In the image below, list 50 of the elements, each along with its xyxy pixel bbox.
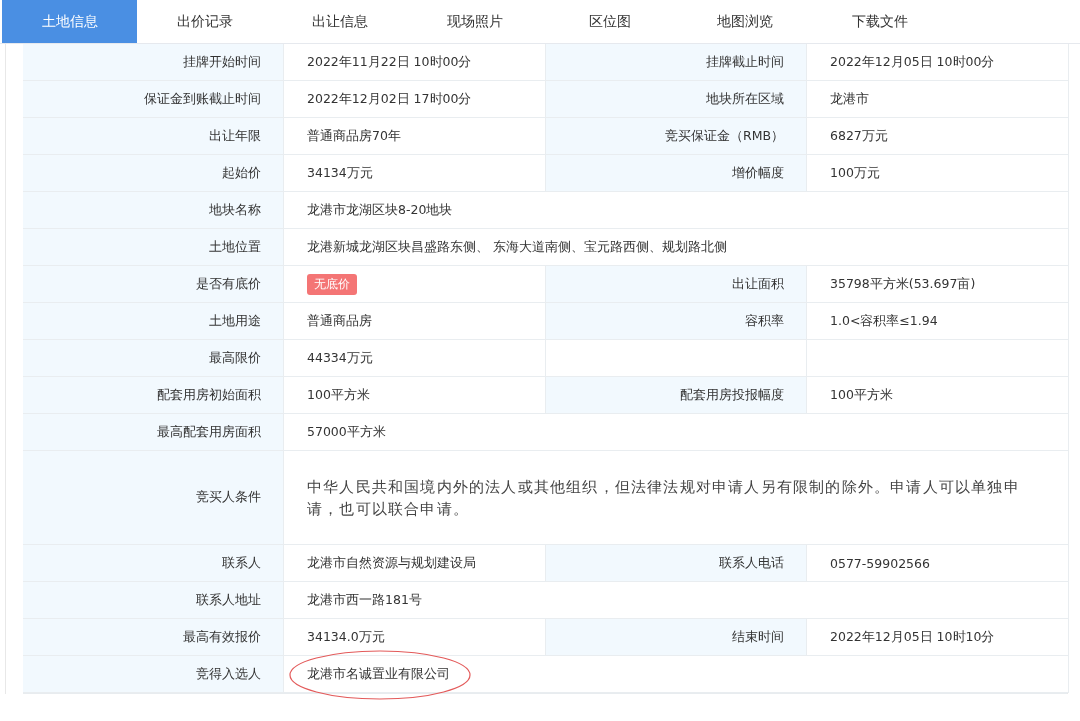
- field-value: 1.0<容积率≤1.94: [830, 312, 938, 330]
- field-value: 57000平方米: [307, 423, 386, 441]
- field-label: 联系人电话: [546, 545, 807, 582]
- field-value: 2022年12月02日 17时00分: [307, 90, 472, 108]
- field-label: 竞得入选人: [23, 656, 284, 693]
- field-label: 地块所在区域: [546, 81, 807, 118]
- field-label: 结束时间: [546, 619, 807, 656]
- field-value: 100万元: [830, 164, 880, 182]
- field-value: 100平方米: [830, 386, 893, 404]
- field-value: 6827万元: [830, 127, 888, 145]
- field-label: 竞买人条件: [23, 451, 284, 545]
- field-label: 配套用房初始面积: [23, 377, 284, 414]
- field-label: 最高配套用房面积: [23, 414, 284, 451]
- field-label: 最高有效报价: [23, 619, 284, 656]
- field-label: 起始价: [23, 155, 284, 192]
- field-value: 0577-59902566: [830, 555, 930, 571]
- field-value: 2022年12月05日 10时10分: [830, 628, 995, 646]
- field-value: 普通商品房70年: [307, 127, 401, 145]
- field-label: 挂牌截止时间: [546, 44, 807, 81]
- field-label: 出让年限: [23, 118, 284, 155]
- field-value: 龙港市西一路181号: [307, 591, 422, 609]
- field-label: 增价幅度: [546, 155, 807, 192]
- field-label: 地块名称: [23, 192, 284, 229]
- field-value: 44334万元: [307, 349, 373, 367]
- field-value: 100平方米: [307, 386, 370, 404]
- field-value: 龙港市龙湖区块8-20地块: [307, 201, 453, 219]
- field-value: 龙港新城龙湖区块昌盛路东侧、 东海大道南侧、宝元路西侧、规划路北侧: [307, 238, 727, 256]
- field-value: 2022年12月05日 10时00分: [830, 53, 995, 71]
- field-label: 是否有底价: [23, 266, 284, 303]
- field-label: 竞买保证金（RMB）: [546, 118, 807, 155]
- field-label: 容积率: [546, 303, 807, 340]
- field-label: 出让面积: [546, 266, 807, 303]
- field-label: 最高限价: [23, 340, 284, 377]
- field-label: 土地位置: [23, 229, 284, 266]
- field-label: 配套用房投报幅度: [546, 377, 807, 414]
- field-value: 普通商品房: [307, 312, 372, 330]
- field-value: 34134万元: [307, 164, 373, 182]
- field-label: 挂牌开始时间: [23, 44, 284, 81]
- field-value: 龙港市: [830, 90, 869, 108]
- field-value: 34134.0万元: [307, 628, 385, 646]
- field-label: 土地用途: [23, 303, 284, 340]
- field-value: 35798平方米(53.697亩): [830, 275, 976, 293]
- condition-paragraph: 中华人民共和国境内外的法人或其他组织，但法律法规对申请人另有限制的除外。申请人可以单独申请，也可以联合申请。: [307, 476, 1021, 520]
- field-label: 保证金到账截止时间: [23, 81, 284, 118]
- field-value: 2022年11月22日 10时00分: [307, 53, 472, 71]
- field-label: 联系人: [23, 545, 284, 582]
- field-value: 龙港市名诚置业有限公司: [307, 665, 450, 683]
- status-badge: 无底价: [307, 273, 357, 295]
- field-label: 联系人地址: [23, 582, 284, 619]
- field-value: 龙港市自然资源与规划建设局: [307, 554, 476, 572]
